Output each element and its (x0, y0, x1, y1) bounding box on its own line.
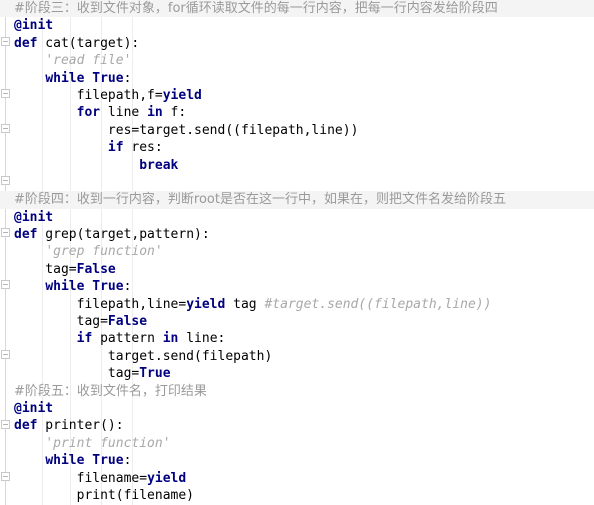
code-token: #阶段三：收到文件对象， (14, 1, 168, 16)
code-token: filename= (14, 470, 148, 486)
code-token: while (45, 453, 85, 469)
code-token: #阶段五：收到文件名，打印结果 (14, 383, 207, 399)
code-token: True (92, 279, 124, 295)
code-line[interactable]: def cat(target): (0, 35, 594, 52)
code-token: tag (225, 296, 265, 312)
code-token: False (76, 261, 116, 277)
code-token: pattern (92, 331, 163, 347)
code-token: 是否在这一行中，如果在，则把文件名发给阶段五 (219, 192, 506, 208)
code-token: res= (14, 122, 140, 138)
code-line[interactable]: filename=yield (0, 470, 594, 487)
code-token: cat(target): (37, 35, 140, 51)
code-token: True (139, 366, 171, 382)
code-line[interactable]: for line in f: (0, 104, 594, 121)
code-token: #阶段四：收到一行内容，判断 (14, 192, 194, 208)
code-token: line (100, 105, 148, 121)
code-token: target.send(filepath) (14, 348, 273, 364)
code-token: for (76, 105, 101, 121)
code-line[interactable]: @init (0, 17, 594, 34)
code-token: : (123, 70, 132, 86)
code-token: in (147, 105, 163, 121)
code-token: yield (162, 87, 202, 103)
code-line[interactable]: def printer(): (0, 417, 594, 434)
code-token: def (14, 35, 38, 51)
code-token: yield (186, 296, 226, 312)
code-line[interactable]: target.send(filepath) (0, 348, 594, 365)
code-editor[interactable]: #阶段三：收到文件对象，for循环读取文件的每一行内容，把每一行内容发给阶段四 @… (0, 0, 594, 505)
code-line[interactable]: 'grep function' (0, 243, 594, 260)
code-token: 'read file' (45, 53, 132, 69)
code-token: if (76, 331, 93, 347)
code-token: break (139, 157, 179, 173)
code-line[interactable]: #阶段三：收到文件对象，for循环读取文件的每一行内容，把每一行内容发给阶段四 (0, 0, 594, 18)
code-token: : (123, 453, 132, 469)
code-line[interactable]: 'print function' (0, 435, 594, 452)
code-line[interactable]: break (0, 157, 594, 174)
code-token: for (167, 1, 186, 16)
code-token: filepath,line= (14, 296, 187, 312)
code-token: True (92, 70, 124, 86)
code-token: tag= (14, 261, 77, 277)
code-line[interactable] (0, 174, 594, 191)
code-token: line: (178, 331, 226, 347)
code-token: res: (123, 140, 163, 156)
code-token: : (123, 279, 132, 295)
code-line[interactable]: filepath,f=yield (0, 87, 594, 104)
code-token: f: (162, 105, 187, 121)
code-token: while (45, 279, 85, 295)
code-line[interactable]: @init (0, 209, 594, 226)
code-token: True (92, 453, 124, 469)
code-line[interactable]: def grep(target,pattern): (0, 226, 594, 243)
code-line[interactable]: if res: (0, 139, 594, 156)
code-line-list[interactable]: #阶段三：收到文件对象，for循环读取文件的每一行内容，把每一行内容发给阶段四 @… (0, 0, 594, 504)
code-line[interactable]: tag=False (0, 313, 594, 330)
code-token: yield (147, 470, 187, 486)
code-token: 'print function' (45, 435, 171, 451)
code-token: 循环读取文件的每一行内容，把每一行内容发给阶段四 (185, 1, 498, 16)
code-token: printer(): (37, 418, 124, 434)
code-line[interactable]: @init (0, 400, 594, 417)
code-token: @init (14, 400, 54, 416)
code-token: False (107, 314, 148, 330)
code-token: def (14, 418, 38, 434)
code-line[interactable]: #阶段四：收到一行内容，判断root是否在这一行中，如果在，则把文件名发给阶段五 (0, 191, 594, 209)
code-token: root (193, 192, 220, 208)
code-token: grep(target,pattern): (37, 227, 210, 243)
code-token: filepath,f= (14, 87, 163, 103)
code-line[interactable]: while True: (0, 70, 594, 87)
code-line[interactable]: while True: (0, 452, 594, 469)
code-token: in (162, 331, 179, 347)
code-token: if (107, 140, 124, 156)
code-token: 'grep function' (45, 244, 163, 260)
code-line[interactable]: filepath,line=yield tag #target.send((fi… (0, 296, 594, 313)
code-line[interactable]: while True: (0, 278, 594, 295)
code-token: @init (14, 209, 54, 225)
code-token: tag= (14, 366, 140, 382)
code-token: .send((filepath,line)) (186, 122, 359, 138)
code-line[interactable]: if pattern in line: (0, 330, 594, 347)
code-token: def (14, 227, 38, 243)
code-line[interactable]: tag=True (0, 365, 594, 382)
code-token: #target.send((filepath,line)) (264, 296, 492, 312)
code-line[interactable]: tag=False (0, 261, 594, 278)
code-token: @init (14, 18, 54, 34)
code-line[interactable]: res=target.send((filepath,line)) (0, 122, 594, 139)
code-token: target (139, 122, 187, 138)
code-line[interactable]: print(filename) (0, 487, 594, 504)
code-token: print(filename) (14, 487, 195, 503)
code-line[interactable]: #阶段五：收到文件名，打印结果 (0, 383, 594, 400)
code-token: while (45, 70, 85, 86)
code-token: tag= (14, 314, 108, 330)
code-line[interactable]: 'read file' (0, 52, 594, 69)
